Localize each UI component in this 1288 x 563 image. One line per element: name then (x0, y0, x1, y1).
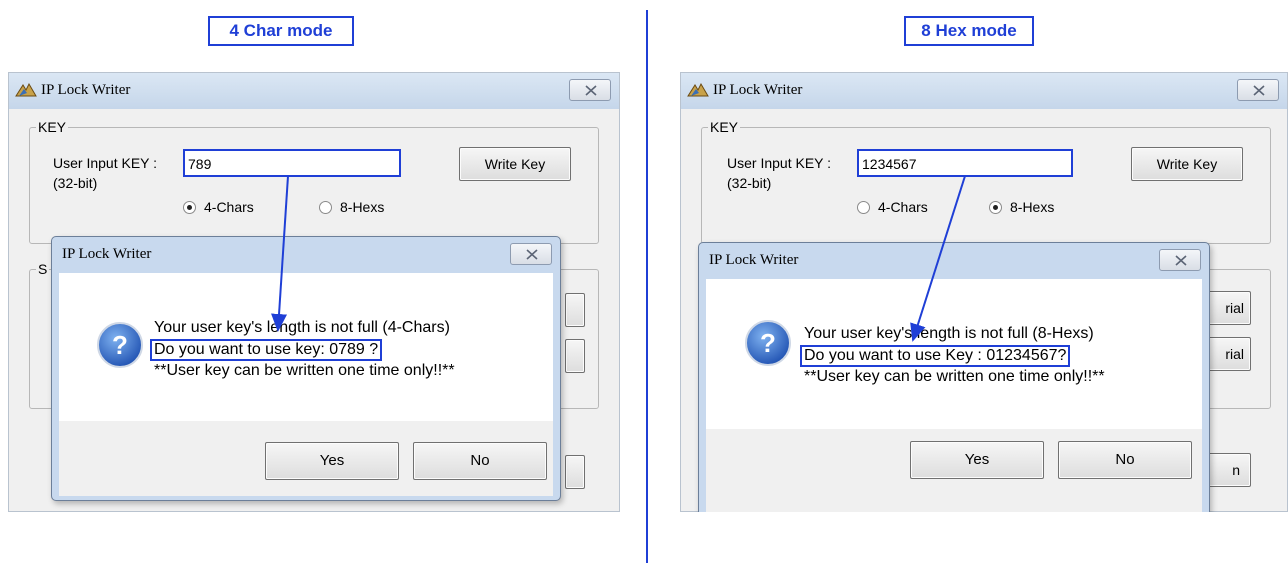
hidden-button-1[interactable] (565, 293, 585, 327)
mode-label-4char: 4 Char mode (208, 16, 354, 46)
no-button[interactable]: No (1058, 441, 1192, 479)
radio-4chars-label: 4-Chars (878, 199, 928, 215)
right-panel: IP Lock Writer KEY User Input KEY : (32-… (680, 72, 1288, 512)
close-icon (1175, 255, 1187, 266)
dialog-body: ? Your user key's length is not full (4-… (59, 273, 553, 421)
bit-label: (32-bit) (727, 175, 772, 191)
close-icon (585, 85, 597, 96)
write-key-button[interactable]: Write Key (459, 147, 571, 181)
svg-text:?: ? (112, 330, 128, 360)
key-group-label: KEY (36, 119, 69, 135)
radio-8hexs[interactable]: 8-Hexs (989, 199, 1054, 215)
svg-text:?: ? (760, 328, 776, 358)
write-key-button[interactable]: Write Key (1131, 147, 1243, 181)
window-close-button[interactable] (1237, 79, 1279, 101)
user-input-key-label: User Input KEY : (727, 155, 832, 171)
user-key-input[interactable]: 789 (183, 149, 401, 177)
key-group-label: KEY (708, 119, 741, 135)
dialog-close-button[interactable] (1159, 249, 1201, 271)
no-button[interactable]: No (413, 442, 547, 480)
radio-4chars-label: 4-Chars (204, 199, 254, 215)
user-key-input[interactable]: 1234567 (857, 149, 1073, 177)
radio-4chars[interactable]: 4-Chars (857, 199, 928, 215)
user-input-key-label: User Input KEY : (53, 155, 158, 171)
dialog-message-line3: **User key can be written one time only!… (804, 368, 1105, 385)
window-titlebar[interactable]: IP Lock Writer (681, 73, 1287, 109)
dialog-footer: Yes No (706, 429, 1202, 512)
serial-group-label: S (36, 261, 50, 277)
mode-label-8hex: 8 Hex mode (904, 16, 1034, 46)
confirm-dialog: IP Lock Writer ? Your user key's length … (51, 236, 561, 501)
dialog-footer: Yes No (59, 421, 553, 496)
dialog-body: ? Your user key's length is not full (8-… (706, 279, 1202, 429)
radio-8hexs[interactable]: 8-Hexs (319, 199, 384, 215)
dialog-close-button[interactable] (510, 243, 552, 265)
window-close-button[interactable] (569, 79, 611, 101)
dialog-message-line2: Do you want to use key: 0789 ? (150, 339, 383, 361)
radio-4chars[interactable]: 4-Chars (183, 199, 254, 215)
radio-dot (319, 200, 332, 214)
hidden-button-2[interactable] (565, 339, 585, 373)
radio-dot-selected (989, 200, 1002, 214)
ip-lock-writer-icon (687, 82, 709, 97)
window-titlebar[interactable]: IP Lock Writer (9, 73, 619, 109)
radio-dot-selected (183, 200, 196, 214)
question-icon: ? (745, 320, 791, 366)
question-icon: ? (97, 322, 143, 368)
bit-label: (32-bit) (53, 175, 98, 191)
dialog-message-line3: **User key can be written one time only!… (154, 362, 455, 379)
dialog-message-line2: Do you want to use Key : 01234567? (800, 345, 1071, 367)
key-groupbox: KEY (29, 119, 599, 244)
hidden-button-3[interactable] (565, 455, 585, 489)
dialog-title: IP Lock Writer (709, 252, 799, 268)
radio-dot (857, 200, 870, 214)
dialog-message-line1: Your user key's length is not full (4-Ch… (154, 319, 450, 336)
close-icon (1253, 85, 1265, 96)
panel-divider (646, 10, 648, 563)
ip-lock-writer-icon (15, 82, 37, 97)
radio-8hexs-label: 8-Hexs (1010, 199, 1055, 215)
yes-button[interactable]: Yes (910, 441, 1044, 479)
window-title: IP Lock Writer (41, 82, 131, 98)
close-icon (526, 249, 538, 260)
dialog-message-line1: Your user key's length is not full (8-He… (804, 325, 1094, 342)
key-groupbox: KEY (701, 119, 1271, 244)
dialog-title: IP Lock Writer (62, 246, 152, 262)
radio-8hexs-label: 8-Hexs (340, 199, 385, 215)
window-title: IP Lock Writer (713, 82, 803, 98)
confirm-dialog: IP Lock Writer ? Your user key's length … (698, 242, 1210, 512)
left-panel: IP Lock Writer KEY S User Input KEY : (3… (8, 72, 620, 512)
yes-button[interactable]: Yes (265, 442, 399, 480)
